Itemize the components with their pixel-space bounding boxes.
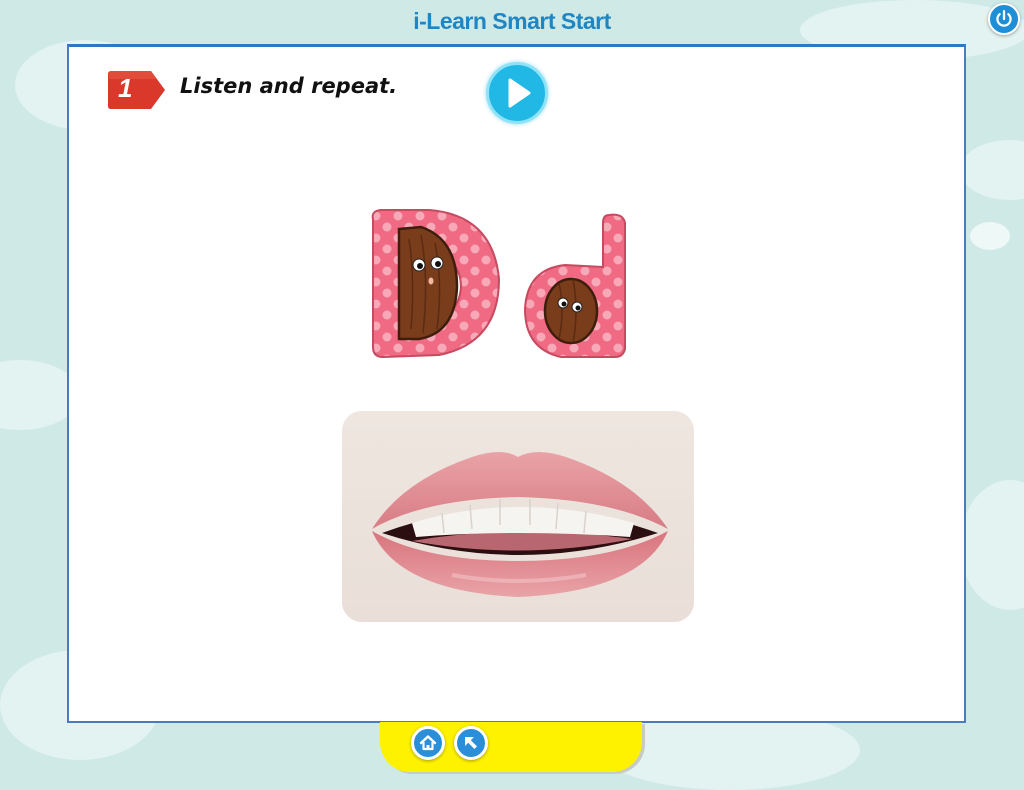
app-title: i-Learn Smart Start <box>413 8 611 34</box>
background-cloud <box>970 222 1010 250</box>
bottom-nav-bar <box>380 722 642 772</box>
activity-number-badge: 1 <box>107 69 169 111</box>
mouth-photo <box>342 411 694 622</box>
home-button[interactable] <box>411 726 445 760</box>
background-cloud <box>960 480 1024 610</box>
power-icon <box>996 9 1012 27</box>
instruction-text: Listen and repeat. <box>180 74 398 98</box>
back-button[interactable] <box>454 726 488 760</box>
arrow-back-icon <box>465 737 477 749</box>
lesson-panel: 1 Listen and repeat. Dd <box>67 44 966 723</box>
play-audio-button[interactable] <box>486 62 548 124</box>
play-icon <box>508 78 531 108</box>
background-cloud <box>960 140 1024 200</box>
power-button[interactable] <box>988 3 1020 35</box>
letter-dd-illustration: Dd <box>359 199 659 369</box>
activity-number: 1 <box>118 73 133 103</box>
badge-arrow-shape <box>108 71 165 109</box>
home-icon <box>419 735 437 751</box>
